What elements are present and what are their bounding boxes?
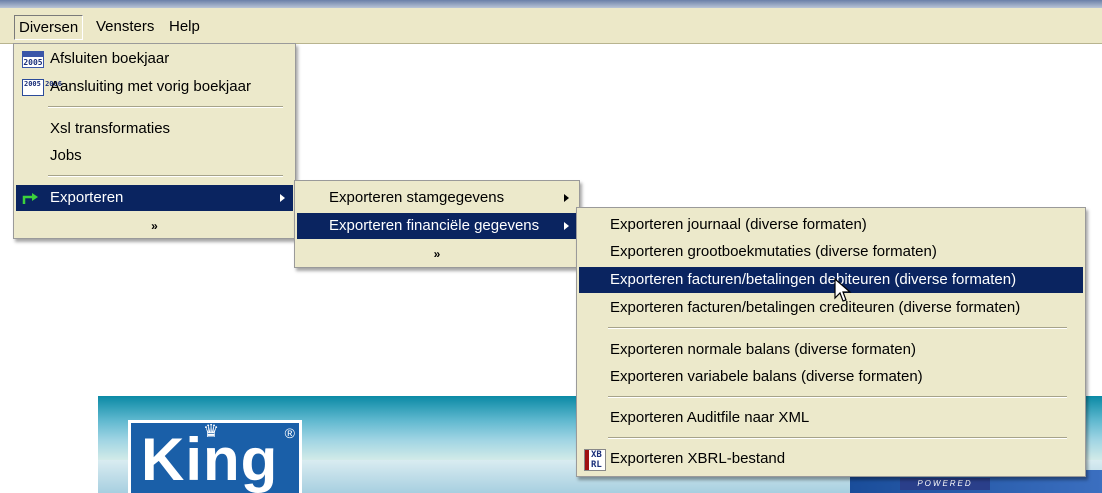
menu-item-label: Exporteren Auditfile naar XML <box>610 409 810 426</box>
menu-item-label: Xsl transformaties <box>50 120 171 137</box>
menu-separator <box>48 106 283 108</box>
menu-item-exporteren[interactable]: Exporteren <box>16 185 293 211</box>
menu-separator <box>608 396 1067 398</box>
submenu-arrow-icon <box>564 222 569 230</box>
xbrl-icon: XB RL <box>584 449 606 471</box>
registered-mark: ® <box>284 425 295 441</box>
diversen-menu: 2005 Afsluiten boekjaar 2005 2006 Aanslu… <box>13 43 296 239</box>
menu-separator <box>608 327 1067 329</box>
menu-item-label: Exporteren XBRL-bestand <box>610 450 786 467</box>
expand-chevron-icon[interactable]: » <box>295 242 579 266</box>
menu-item-label: Jobs <box>50 147 82 164</box>
menu-item-label: Exporteren normale balans (diverse forma… <box>610 341 916 358</box>
menu-vensters[interactable]: Vensters <box>92 15 158 40</box>
menu-item-exporteren-facturen-crediteuren[interactable]: Exporteren facturen/betalingen crediteur… <box>579 295 1083 321</box>
menu-item-label: Exporteren facturen/betalingen crediteur… <box>610 299 1021 316</box>
mouse-cursor-icon <box>834 278 852 302</box>
menu-item-exporteren-stamgegevens[interactable]: Exporteren stamgegevens <box>297 185 577 211</box>
menu-item-exporteren-normale-balans[interactable]: Exporteren normale balans (diverse forma… <box>579 337 1083 363</box>
menu-bar: Diversen Vensters Help <box>0 8 1102 44</box>
menu-item-xsl-transformaties[interactable]: Xsl transformaties <box>16 116 293 142</box>
export-arrow-icon <box>22 193 38 204</box>
financiele-gegevens-submenu: Exporteren journaal (diverse formaten) E… <box>576 207 1086 477</box>
submenu-arrow-icon <box>564 194 569 202</box>
menu-diversen[interactable]: Diversen <box>14 15 84 40</box>
menu-item-label: Exporteren stamgegevens <box>329 189 505 206</box>
expand-chevron-icon[interactable]: » <box>14 214 295 238</box>
menu-item-label: Exporteren journaal (diverse formaten) <box>610 216 867 233</box>
menu-item-label: Exporteren <box>50 189 124 206</box>
menu-item-label: Exporteren grootboekmutaties (diverse fo… <box>610 243 937 260</box>
menu-item-jobs[interactable]: Jobs <box>16 143 293 169</box>
logo-text: King <box>141 426 279 493</box>
menu-item-exporteren-grootboekmutaties[interactable]: Exporteren grootboekmutaties (diverse fo… <box>579 239 1083 265</box>
year-close-icon: 2005 <box>22 51 44 68</box>
menu-separator <box>48 175 283 177</box>
year-link-icon: 2005 2006 <box>22 79 62 96</box>
menu-item-label: Aansluiting met vorig boekjaar <box>50 78 251 95</box>
menu-item-exporteren-financiele-gegevens[interactable]: Exporteren financiële gegevens <box>297 213 577 239</box>
window-title-strip <box>0 0 1102 8</box>
menu-item-label: Exporteren financiële gegevens <box>329 217 540 234</box>
menu-item-exporteren-journaal[interactable]: Exporteren journaal (diverse formaten) <box>579 212 1083 238</box>
menu-item-label: Exporteren variabele balans (diverse for… <box>610 368 923 385</box>
menu-item-exporteren-xbrl[interactable]: XB RL Exporteren XBRL-bestand <box>579 446 1083 472</box>
submenu-arrow-icon <box>280 194 285 202</box>
menu-separator <box>608 437 1067 439</box>
menu-item-afsluiten-boekjaar[interactable]: 2005 Afsluiten boekjaar <box>16 46 293 72</box>
menu-item-exporteren-facturen-debiteuren[interactable]: Exporteren facturen/betalingen debiteure… <box>579 267 1083 293</box>
menu-item-label: Afsluiten boekjaar <box>50 50 170 67</box>
king-logo: ♛ King ® <box>128 420 302 493</box>
menu-item-exporteren-variabele-balans[interactable]: Exporteren variabele balans (diverse for… <box>579 364 1083 390</box>
powered-badge: POWERED <box>900 478 990 490</box>
exporteren-submenu: Exporteren stamgegevens Exporteren finan… <box>294 180 580 268</box>
menu-item-exporteren-auditfile[interactable]: Exporteren Auditfile naar XML <box>579 405 1083 431</box>
menu-item-aansluiting-vorig-boekjaar[interactable]: 2005 2006 Aansluiting met vorig boekjaar <box>16 74 293 100</box>
menu-item-label: Exporteren facturen/betalingen debiteure… <box>610 271 1017 288</box>
menu-help[interactable]: Help <box>165 15 204 40</box>
